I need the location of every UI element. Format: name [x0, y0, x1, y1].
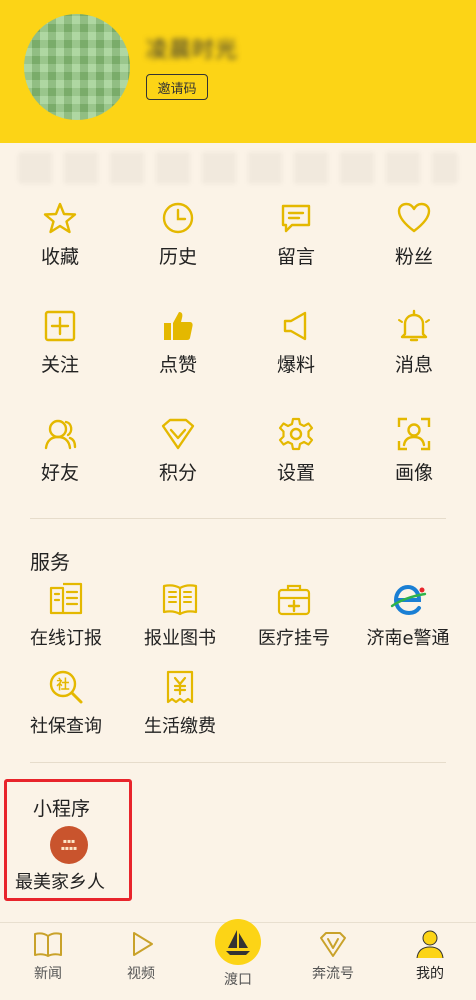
star-icon	[43, 202, 77, 234]
services-title: 服务	[30, 550, 70, 574]
grid-label: 爆料	[276, 354, 315, 376]
grid-label: 消息	[394, 354, 433, 376]
friends-icon	[44, 419, 77, 450]
service-social-security[interactable]: 社 社保查询	[10, 668, 122, 748]
grid-item-history[interactable]: 历史	[128, 200, 228, 290]
bill-payment-icon	[166, 670, 194, 704]
tab-mine[interactable]: 我的	[390, 929, 470, 995]
medical-kit-icon	[277, 584, 311, 616]
grid-label: 画像	[394, 462, 433, 484]
svg-text:社: 社	[55, 677, 69, 693]
grid-label: 设置	[276, 462, 315, 484]
blurred-stats-row	[18, 152, 458, 184]
bell-icon	[398, 309, 430, 342]
grid-label: 关注	[40, 354, 79, 376]
grid-label: 点赞	[158, 354, 197, 376]
tab-label: 新闻	[34, 966, 62, 982]
bottom-tabbar: 新闻 视频 渡口 奔流号 我的	[0, 919, 476, 1000]
grid-item-follow[interactable]: 关注	[10, 308, 110, 398]
mini-programs-section: 小程序 ▪▪▪ ▪▪▪▪ 最美家乡人	[4, 779, 132, 901]
service-label: 济南e警通	[366, 628, 450, 649]
service-online-subscription[interactable]: 在线订报	[10, 580, 122, 660]
mini-programs-title: 小程序	[33, 798, 91, 820]
person-icon	[416, 930, 444, 959]
clock-icon	[162, 202, 194, 234]
grid-item-favorites[interactable]: 收藏	[10, 200, 110, 290]
tab-news[interactable]: 新闻	[8, 929, 88, 995]
police-e-logo-icon	[390, 584, 427, 616]
grid-item-fans[interactable]: 粉丝	[364, 200, 464, 290]
tab-ferry[interactable]: 渡口	[198, 919, 278, 995]
grid-item-portrait[interactable]: 画像	[364, 416, 464, 506]
tab-label: 奔流号	[312, 966, 354, 982]
invite-code-button[interactable]: 邀请码	[146, 74, 208, 100]
service-label: 医疗挂号	[258, 628, 330, 649]
tab-label: 渡口	[224, 972, 252, 988]
sailboat-icon	[226, 930, 250, 955]
heart-icon	[397, 202, 431, 233]
grid-label: 粉丝	[394, 246, 433, 268]
gear-icon	[278, 417, 314, 451]
plus-square-icon	[44, 310, 76, 342]
ferry-button	[215, 919, 261, 965]
grid-label: 历史	[158, 246, 197, 268]
play-icon	[133, 932, 153, 956]
diamond-icon	[161, 418, 195, 450]
username[interactable]: 凌晨时光	[146, 32, 238, 64]
v-badge-icon	[320, 932, 346, 957]
social-security-search-icon: 社	[49, 670, 83, 704]
grid-label: 积分	[158, 462, 197, 484]
grid-item-friends[interactable]: 好友	[10, 416, 110, 506]
grid-label: 收藏	[40, 246, 79, 268]
service-label: 社保查询	[30, 716, 102, 737]
grid-label: 留言	[276, 246, 315, 268]
service-medical-registration[interactable]: 医疗挂号	[238, 580, 350, 660]
service-label: 生活缴费	[144, 716, 216, 737]
thumbs-up-icon	[164, 312, 193, 340]
tab-benliu[interactable]: 奔流号	[293, 929, 373, 995]
service-jinan-police[interactable]: 济南e警通	[352, 580, 464, 660]
grid-item-messages[interactable]: 消息	[364, 308, 464, 398]
grid-item-report[interactable]: 爆料	[246, 308, 346, 398]
hometown-logo-icon[interactable]: ▪▪▪ ▪▪▪▪	[50, 826, 88, 864]
megaphone-icon	[283, 311, 307, 341]
service-label: 在线订报	[30, 628, 102, 649]
grid-item-comments[interactable]: 留言	[246, 200, 346, 290]
avatar[interactable]	[24, 14, 130, 120]
grid-item-settings[interactable]: 设置	[246, 416, 346, 506]
profile-header: 凌晨时光 邀请码	[0, 0, 476, 143]
book-open-icon	[34, 932, 62, 957]
service-bill-payment[interactable]: 生活缴费	[124, 668, 236, 748]
grid-item-points[interactable]: 积分	[128, 416, 228, 506]
tab-label: 视频	[127, 966, 155, 982]
divider	[30, 762, 446, 763]
face-scan-icon	[397, 417, 431, 451]
tab-label: 我的	[416, 966, 444, 982]
tab-video[interactable]: 视频	[101, 929, 181, 995]
mini-program-hometown[interactable]: 最美家乡人	[15, 868, 105, 894]
service-press-books[interactable]: 报业图书	[124, 580, 236, 660]
grid-label: 好友	[40, 462, 79, 484]
grid-item-likes[interactable]: 点赞	[128, 308, 228, 398]
newspaper-icon	[49, 582, 83, 615]
message-icon	[281, 204, 311, 233]
service-label: 报业图书	[144, 628, 216, 649]
divider	[30, 518, 446, 519]
book-icon	[162, 584, 198, 616]
